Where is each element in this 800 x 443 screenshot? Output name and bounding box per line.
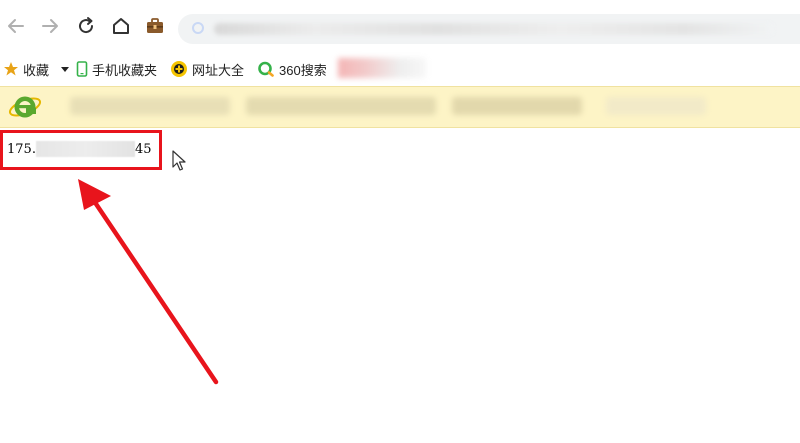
annotation-arrow-icon (78, 179, 219, 385)
